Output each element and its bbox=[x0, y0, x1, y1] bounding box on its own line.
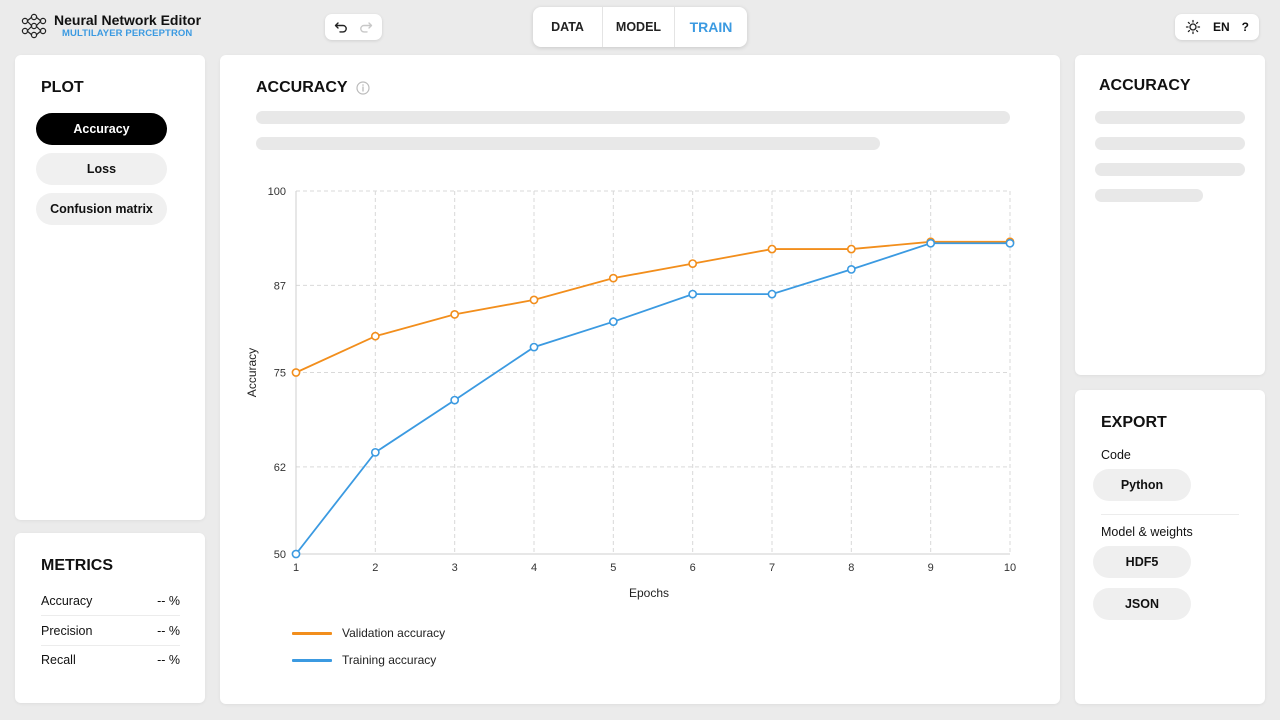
legend-swatch-validation bbox=[292, 631, 332, 635]
plot-panel: PLOT Accuracy Loss Confusion matrix bbox=[15, 55, 205, 520]
neural-network-icon bbox=[21, 13, 47, 39]
metric-value: -- % bbox=[157, 593, 180, 608]
plot-option-confusion-matrix[interactable]: Confusion matrix bbox=[36, 193, 167, 225]
data-point-validation bbox=[688, 259, 698, 268]
undo-icon[interactable] bbox=[331, 17, 351, 37]
x-tick-label: 3 bbox=[452, 562, 458, 574]
x-axis-label: Epochs bbox=[629, 586, 669, 600]
y-tick-label: 75 bbox=[274, 368, 286, 380]
metric-label: Accuracy bbox=[41, 593, 93, 608]
data-point-training bbox=[767, 289, 777, 299]
plot-option-loss[interactable]: Loss bbox=[36, 153, 167, 185]
accuracy-info-panel: ACCURACY bbox=[1075, 55, 1265, 375]
metric-value: -- % bbox=[157, 623, 180, 638]
data-point-training bbox=[926, 238, 936, 248]
export-weights-label: Model & weights bbox=[1101, 525, 1193, 539]
legend-item-validation: Validation accuracy bbox=[292, 626, 445, 640]
y-axis-label: Accuracy bbox=[245, 348, 259, 397]
export-python-button[interactable]: Python bbox=[1093, 469, 1191, 501]
data-point-validation bbox=[846, 244, 856, 254]
theme-toggle-icon[interactable] bbox=[1185, 19, 1201, 35]
legend-label: Validation accuracy bbox=[342, 626, 446, 640]
metric-value: -- % bbox=[157, 653, 180, 667]
info-placeholder-line bbox=[1095, 111, 1245, 124]
legend-label: Training accuracy bbox=[342, 653, 437, 667]
data-point-training bbox=[450, 395, 460, 405]
app-logo: Neural Network Editor MULTILAYER PERCEPT… bbox=[20, 12, 201, 40]
x-tick-label: 8 bbox=[848, 562, 854, 574]
y-tick-label: 62 bbox=[274, 462, 286, 474]
data-point-training bbox=[370, 447, 380, 457]
x-tick-label: 4 bbox=[531, 562, 537, 574]
language-selector[interactable]: EN bbox=[1213, 20, 1230, 34]
x-tick-label: 9 bbox=[928, 562, 934, 574]
metrics-panel: METRICS Accuracy -- % Precision -- % Rec… bbox=[15, 533, 205, 703]
help-button[interactable]: ? bbox=[1242, 20, 1249, 34]
series-line-training bbox=[295, 242, 1010, 555]
undo-redo-group bbox=[325, 14, 382, 40]
info-placeholder-line bbox=[1095, 137, 1245, 150]
metrics-panel-title: METRICS bbox=[41, 557, 113, 574]
plot-option-accuracy[interactable]: Accuracy bbox=[36, 113, 167, 145]
legend-swatch-training bbox=[292, 658, 332, 662]
info-placeholder-line bbox=[1095, 189, 1203, 202]
app-subtitle: MULTILAYER PERCEPTRON bbox=[62, 28, 193, 40]
redo-icon[interactable] bbox=[356, 17, 376, 37]
data-point-training bbox=[529, 342, 539, 352]
export-divider bbox=[1101, 514, 1239, 515]
accuracy-info-title: ACCURACY bbox=[1099, 77, 1191, 94]
data-point-validation bbox=[767, 244, 777, 254]
export-panel: EXPORT Code Python Model & weights HDF5 … bbox=[1075, 390, 1265, 704]
tab-model[interactable]: MODEL bbox=[603, 7, 675, 47]
data-point-validation bbox=[450, 310, 460, 319]
main-tabs: DATA MODEL TRAIN bbox=[533, 7, 747, 47]
metric-row-precision: Precision -- % bbox=[41, 616, 180, 646]
y-tick-label: 100 bbox=[268, 186, 286, 198]
metric-row-recall: Recall -- % bbox=[41, 645, 180, 675]
legend-item-training: Training accuracy bbox=[292, 653, 436, 667]
x-tick-label: 10 bbox=[1004, 562, 1016, 574]
export-hdf5-button[interactable]: HDF5 bbox=[1093, 546, 1191, 578]
metric-label: Recall bbox=[41, 653, 76, 667]
tab-data[interactable]: DATA bbox=[533, 7, 603, 47]
data-point-training bbox=[291, 549, 301, 559]
export-code-label: Code bbox=[1101, 448, 1131, 462]
tab-train[interactable]: TRAIN bbox=[675, 7, 747, 47]
x-tick-label: 5 bbox=[610, 562, 616, 574]
data-point-training bbox=[846, 265, 856, 274]
info-placeholder-line bbox=[1095, 163, 1245, 176]
metric-row-accuracy: Accuracy -- % bbox=[41, 586, 180, 616]
data-point-validation bbox=[291, 368, 301, 377]
chart-panel: ACCURACY 50 62 75 87 100 1 2 3 4 5 6 7 8 9 10 Epochs Acc… bbox=[220, 55, 1060, 704]
header-tools: EN ? bbox=[1175, 14, 1259, 40]
metric-label: Precision bbox=[41, 623, 93, 638]
data-point-training bbox=[1005, 238, 1015, 248]
plot-panel-title: PLOT bbox=[41, 79, 84, 96]
x-tick-label: 2 bbox=[372, 562, 378, 574]
export-panel-title: EXPORT bbox=[1101, 414, 1167, 431]
data-point-validation bbox=[608, 273, 618, 283]
x-tick-label: 6 bbox=[690, 562, 696, 574]
app-title: Neural Network Editor bbox=[54, 12, 202, 29]
accuracy-chart: 50 62 75 87 100 1 2 3 4 5 6 7 8 9 10 Epochs Accuracy bbox=[245, 186, 1016, 600]
data-point-training bbox=[688, 289, 698, 299]
data-point-training bbox=[608, 317, 618, 327]
x-tick-label: 7 bbox=[769, 562, 775, 574]
y-tick-label: 50 bbox=[274, 549, 286, 561]
data-point-validation bbox=[529, 295, 539, 305]
y-tick-label: 87 bbox=[274, 280, 286, 292]
data-point-validation bbox=[370, 331, 380, 341]
x-tick-label: 1 bbox=[293, 562, 299, 574]
export-json-button[interactable]: JSON bbox=[1093, 588, 1191, 620]
